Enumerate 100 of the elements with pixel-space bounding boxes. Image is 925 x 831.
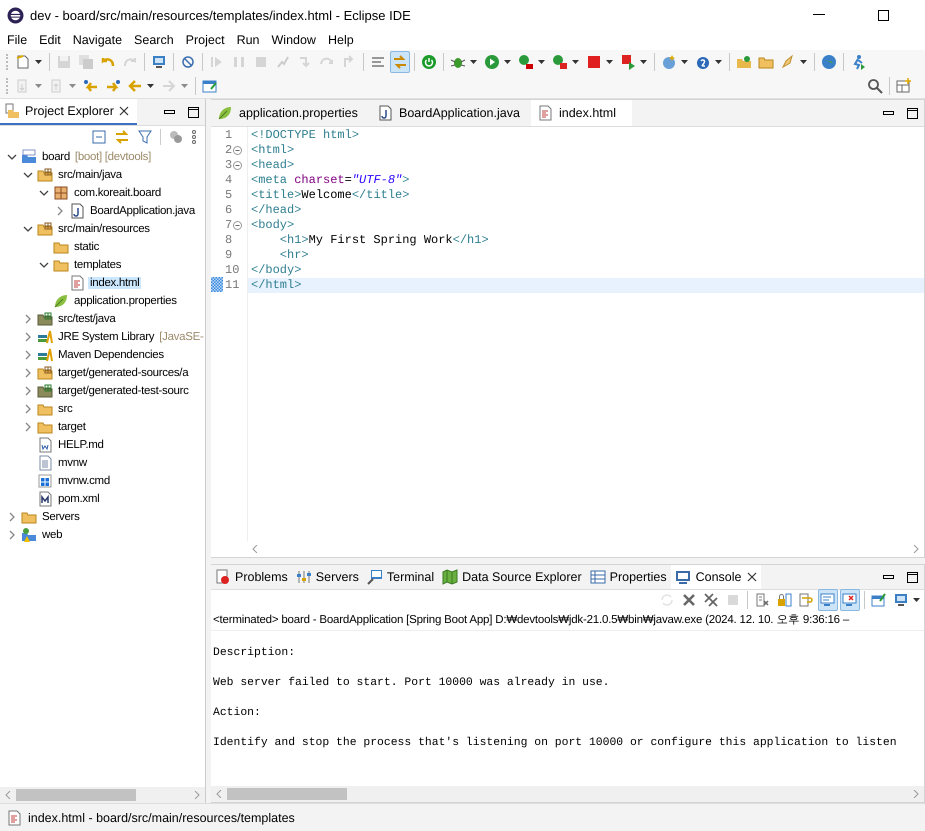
view-tab[interactable]: Terminal: [362, 565, 438, 589]
scroll-left-icon[interactable]: [251, 545, 259, 553]
code-line: <meta charset="UTF-8">: [251, 173, 410, 188]
scroll-left-icon[interactable]: [215, 790, 223, 798]
console-header: <terminated> board - BoardApplication [Spring Boot App] D:₩devtools₩jdk-21.0.5₩bin₩javaw.exe (2024. 12. 10. 오후 9:36:16 –: [211, 610, 924, 631]
tree-item[interactable]: Servers: [40, 511, 82, 523]
minimize-icon[interactable]: [883, 575, 894, 579]
close-icon[interactable]: [118, 106, 129, 116]
scroll-right-icon[interactable]: [912, 545, 920, 553]
java-file-icon: [377, 105, 393, 121]
scrollbar-thumb[interactable]: [227, 788, 347, 800]
tree-item[interactable]: target: [56, 421, 88, 433]
tree-item[interactable]: com.koreait.board: [72, 187, 163, 199]
caret-icon: [538, 60, 545, 64]
minimize-icon[interactable]: [164, 110, 175, 114]
run-tool-icon: [552, 54, 568, 70]
scroll-left-icon[interactable]: [4, 791, 12, 799]
sync-icon: [659, 592, 675, 608]
maximize-icon[interactable]: [907, 108, 918, 118]
maximize-icon[interactable]: [907, 572, 918, 582]
caret-icon: [35, 84, 42, 88]
tree-item[interactable]: mvnw.cmd: [56, 475, 112, 487]
pause-icon: [231, 54, 247, 70]
tree-item[interactable]: src: [56, 403, 74, 415]
tree-item[interactable]: BoardApplication.java: [88, 205, 197, 217]
view-tab[interactable]: Console: [670, 565, 760, 589]
view-tab[interactable]: Problems: [211, 565, 292, 589]
console-output-button[interactable]: [818, 589, 838, 611]
tree-item-decoration: [boot] [devtools]: [74, 151, 152, 163]
line-number: 2: [225, 143, 232, 158]
tree-item[interactable]: src/test/java: [56, 313, 118, 325]
tree-item[interactable]: target/generated-test-sourc: [56, 385, 191, 397]
console-line: Web server failed to start. Port 10000 was already in use.: [213, 676, 610, 691]
editor-tab[interactable]: BoardApplication.java: [371, 100, 531, 126]
menu-item[interactable]: Project: [180, 33, 231, 47]
caret-icon: [35, 60, 42, 64]
collapse-all-icon[interactable]: [92, 130, 106, 144]
menu-item[interactable]: Run: [230, 33, 266, 47]
tree-item[interactable]: target/generated-sources/a: [56, 367, 190, 379]
map-icon: [442, 569, 458, 585]
maximize-icon[interactable]: [878, 10, 889, 20]
scroll-right-icon[interactable]: [912, 790, 920, 798]
tree-item[interactable]: application.properties: [72, 295, 179, 307]
close-icon[interactable]: [746, 572, 756, 582]
view-menu-icon[interactable]: [191, 130, 197, 144]
scrollbar-thumb[interactable]: [16, 789, 136, 801]
code-line: <head>: [251, 158, 294, 173]
code-line: <html>: [251, 143, 294, 158]
menu-item[interactable]: Help: [322, 33, 360, 47]
minimize-icon[interactable]: [813, 14, 825, 16]
tree-item[interactable]: templates: [72, 259, 124, 271]
menu-item[interactable]: Window: [266, 33, 322, 47]
menu-item[interactable]: File: [1, 33, 34, 47]
maximize-icon[interactable]: [188, 106, 199, 118]
menu-item[interactable]: Search: [128, 33, 180, 47]
tree-item[interactable]: Maven Dependencies: [56, 349, 166, 361]
code-line: </html>: [251, 278, 302, 293]
terminal-icon: [366, 569, 383, 585]
tree-item[interactable]: HELP.md: [56, 439, 106, 451]
menu-item[interactable]: Edit: [33, 33, 67, 47]
text-file-icon: [37, 455, 53, 471]
code-line: </head>: [251, 203, 302, 218]
link-arrows-icon[interactable]: [114, 129, 130, 145]
collapse-icon[interactable]: [233, 221, 242, 230]
editor-tab[interactable]: application.properties: [211, 100, 371, 126]
console-line: Action:: [213, 706, 262, 721]
word-wrap-icon: [798, 592, 814, 608]
filter-icon[interactable]: [138, 130, 152, 144]
collapse-icon[interactable]: [233, 161, 242, 170]
editor-tab[interactable]: index.html: [531, 100, 632, 126]
console-error-button[interactable]: [840, 589, 860, 611]
tree-item[interactable]: index.html: [88, 277, 142, 289]
stop-icon: [253, 54, 269, 70]
project-explorer-tab[interactable]: Project Explorer: [0, 99, 137, 125]
minimize-icon[interactable]: [883, 111, 894, 115]
tree-item[interactable]: board: [40, 151, 72, 163]
swap-arrows-button[interactable]: [390, 51, 410, 73]
menu-item[interactable]: Navigate: [66, 33, 128, 47]
tree-item[interactable]: src/main/java: [56, 169, 124, 181]
tree-item[interactable]: web: [40, 529, 64, 541]
tree-item[interactable]: JRE System Library: [56, 331, 156, 343]
view-tab[interactable]: Data Source Explorer: [438, 565, 586, 589]
working-sets-icon[interactable]: [169, 130, 183, 144]
view-tab[interactable]: Properties: [586, 565, 671, 589]
window-icon: [202, 78, 218, 94]
tree-item[interactable]: mvnw: [56, 457, 89, 469]
forward-arrow-icon: [161, 78, 177, 94]
tree-item[interactable]: pom.xml: [56, 493, 102, 505]
pin-console-icon: [871, 592, 887, 608]
power-icon: [421, 54, 437, 70]
swap-arrows-icon: [392, 54, 408, 70]
remove-icon: [681, 592, 697, 608]
html-file-icon: [69, 275, 85, 291]
app-icon: [7, 6, 24, 24]
collapse-icon[interactable]: [233, 146, 242, 155]
code-line: <body>: [251, 218, 294, 233]
view-tab[interactable]: Servers: [292, 565, 363, 589]
tree-item[interactable]: src/main/resources: [56, 223, 152, 235]
tree-item[interactable]: static: [72, 241, 102, 253]
scroll-right-icon[interactable]: [193, 791, 201, 799]
